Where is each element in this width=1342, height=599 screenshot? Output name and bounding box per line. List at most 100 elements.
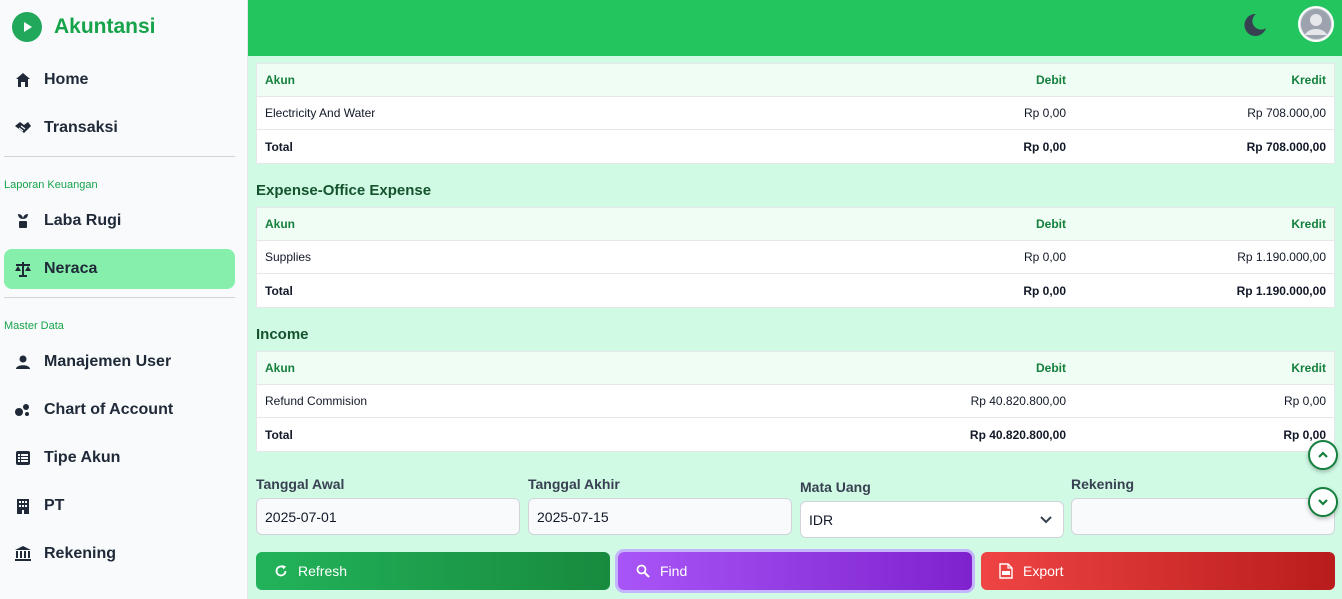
filter-form: Tanggal Awal 2025-07-01 Tanggal Akhir 20… (256, 476, 1335, 538)
col-debit: Debit (1036, 73, 1066, 87)
section-title: Expense-Office Expense (256, 182, 432, 199)
table-row: Supplies Rp 0,00 Rp 1.190.000,00 (257, 241, 1334, 274)
cell-kredit: Rp 708.000,00 (1247, 106, 1326, 120)
scroll-down-button[interactable] (1308, 487, 1338, 517)
table-header: Akun Debit Kredit (257, 352, 1334, 385)
cell-total-label: Total (265, 427, 293, 442)
col-kredit: Kredit (1291, 361, 1326, 375)
cell-total-debit: Rp 0,00 (1023, 283, 1066, 298)
table-row: Electricity And Water Rp 0,00 Rp 708.000… (257, 97, 1334, 130)
rekening-select[interactable] (1071, 498, 1335, 535)
col-akun: Akun (265, 361, 295, 375)
field-rekening: Rekening (1071, 476, 1335, 535)
circles-icon (14, 401, 32, 419)
cell-total-kredit: Rp 0,00 (1283, 427, 1326, 442)
field-label: Tanggal Akhir (528, 476, 620, 492)
sidebar-item-laba-rugi[interactable]: Laba Rugi (4, 201, 235, 241)
sidebar-item-home[interactable]: Home (4, 60, 235, 100)
refresh-button[interactable]: Refresh (256, 552, 610, 590)
sidebar-item-neraca[interactable]: Neraca (4, 249, 235, 289)
sidebar-item-label: Tipe Akun (44, 449, 121, 466)
cell-debit: Rp 40.820.800,00 (970, 394, 1066, 408)
refresh-label: Refresh (298, 563, 348, 579)
cell-kredit: Rp 0,00 (1283, 394, 1326, 408)
sidebar-item-label: Home (44, 71, 89, 88)
scale-icon (14, 260, 32, 278)
list-icon (14, 449, 32, 467)
chevron-up-icon (1317, 449, 1329, 461)
cell-debit: Rp 0,00 (1023, 106, 1066, 120)
mata-uang-select[interactable]: IDR (800, 501, 1064, 538)
pdf-file-icon (999, 563, 1013, 579)
field-label: Tanggal Awal (256, 476, 345, 492)
sidebar-item-rekening[interactable]: Rekening (4, 534, 235, 574)
cell-akun: Refund Commision (265, 394, 368, 408)
sidebar-item-label: Laba Rugi (44, 212, 122, 229)
chevron-down-icon (1039, 512, 1053, 529)
field-tanggal-akhir: Tanggal Akhir 2025-07-15 (528, 476, 792, 535)
col-debit: Debit (1036, 361, 1066, 375)
cell-total-label: Total (265, 283, 293, 298)
export-button[interactable]: Export (981, 552, 1335, 590)
handshake-icon (14, 119, 32, 137)
cell-total-label: Total (265, 139, 293, 154)
sidebar-item-pt[interactable]: PT (4, 486, 235, 526)
cell-total-kredit: Rp 1.190.000,00 (1236, 283, 1326, 298)
sidebar-item-label: Manajemen User (44, 353, 172, 370)
table-total-row: Total Rp 0,00 Rp 708.000,00 (257, 130, 1334, 163)
field-tanggal-awal: Tanggal Awal 2025-07-01 (256, 476, 520, 535)
bank-icon (14, 545, 32, 563)
plant-icon (14, 212, 32, 230)
col-akun: Akun (265, 217, 295, 231)
chevron-down-icon (1317, 496, 1329, 508)
ledger-table: Akun Debit Kredit Supplies Rp 0,00 Rp 1.… (256, 207, 1335, 308)
export-label: Export (1023, 563, 1064, 579)
tanggal-awal-input[interactable]: 2025-07-01 (256, 498, 520, 535)
scroll-up-button[interactable] (1308, 440, 1338, 470)
sidebar-item-label: Transaksi (44, 119, 118, 136)
building-icon (14, 497, 32, 515)
brand[interactable]: Akuntansi (0, 0, 247, 54)
sidebar-item-label: Chart of Account (44, 401, 174, 418)
col-akun: Akun (265, 73, 295, 87)
field-label: Mata Uang (800, 479, 871, 495)
cell-total-debit: Rp 0,00 (1023, 139, 1066, 154)
user-avatar-icon[interactable] (1298, 6, 1334, 42)
action-buttons: Refresh Find Export (256, 552, 1335, 590)
home-icon (14, 71, 32, 89)
top-header (248, 0, 1342, 56)
cell-akun: Supplies (265, 250, 312, 264)
section-title: Income (256, 326, 309, 343)
find-label: Find (660, 563, 688, 579)
table-row: Refund Commision Rp 40.820.800,00 Rp 0,0… (257, 385, 1334, 418)
tanggal-akhir-input[interactable]: 2025-07-15 (528, 498, 792, 535)
search-icon (636, 564, 650, 578)
sidebar-item-manajemen-user[interactable]: Manajemen User (4, 342, 235, 382)
table-header: Akun Debit Kredit (257, 208, 1334, 241)
moon-icon[interactable] (1242, 12, 1268, 38)
find-button[interactable]: Find (618, 552, 972, 590)
sidebar-item-tipe-akun[interactable]: Tipe Akun (4, 438, 235, 478)
cell-debit: Rp 0,00 (1023, 250, 1066, 264)
sidebar-item-label: PT (44, 497, 65, 514)
section-label-reports: Laporan Keuangan (4, 179, 98, 191)
field-mata-uang: Mata Uang IDR (800, 479, 1064, 538)
cell-total-debit: Rp 40.820.800,00 (969, 427, 1066, 442)
sidebar-item-chart-of-account[interactable]: Chart of Account (4, 390, 235, 430)
col-kredit: Kredit (1291, 73, 1326, 87)
play-logo-icon (12, 12, 42, 42)
section-label-master: Master Data (4, 320, 64, 332)
table-total-row: Total Rp 0,00 Rp 1.190.000,00 (257, 274, 1334, 307)
field-label: Rekening (1071, 476, 1135, 492)
user-icon (14, 353, 32, 371)
cell-total-kredit: Rp 708.000,00 (1246, 139, 1326, 154)
sidebar: Akuntansi Home Transaksi Laporan Keuanga… (0, 0, 248, 599)
sidebar-item-label: Rekening (44, 545, 117, 562)
ledger-table: Akun Debit Kredit Refund Commision Rp 40… (256, 351, 1335, 452)
sidebar-item-transaksi[interactable]: Transaksi (4, 108, 235, 148)
sidebar-item-label: Neraca (44, 260, 98, 277)
ledger-table: Akun Debit Kredit Electricity And Water … (256, 63, 1335, 164)
cell-akun: Electricity And Water (265, 106, 376, 120)
main-content: Akun Debit Kredit Electricity And Water … (248, 56, 1342, 599)
cell-kredit: Rp 1.190.000,00 (1237, 250, 1326, 264)
